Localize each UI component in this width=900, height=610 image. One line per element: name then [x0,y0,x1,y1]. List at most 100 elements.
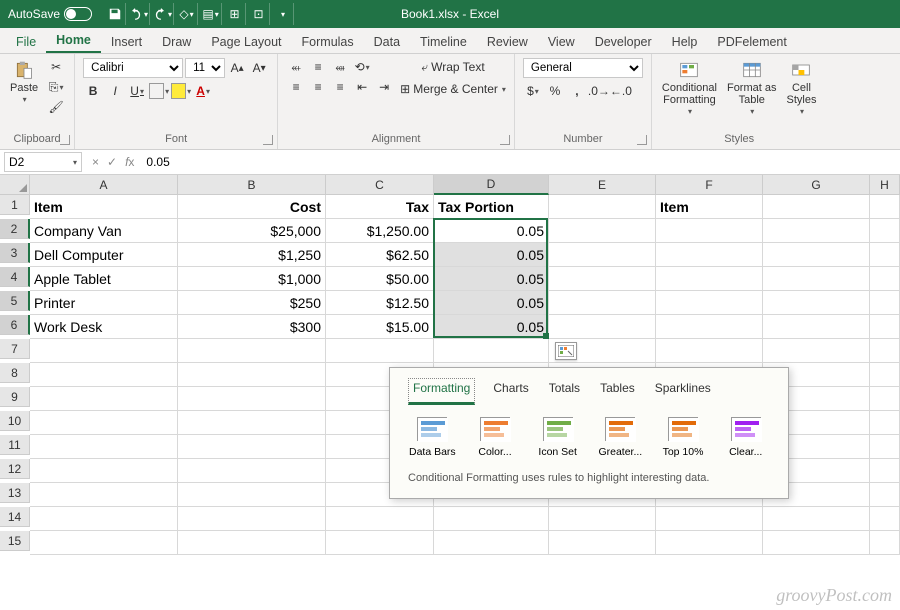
cell-A7[interactable] [30,339,178,363]
increase-indent-button[interactable]: ⇥ [374,78,394,96]
qa-item-greater[interactable]: Greater... [592,417,649,458]
cell-A6[interactable]: Work Desk [30,315,178,339]
row-header-8[interactable]: 8 [0,363,30,383]
cell-D6[interactable]: 0.05 [434,315,549,339]
copy-button[interactable]: ⎘▾ [46,78,66,96]
cell-H11[interactable] [870,435,900,459]
save-button[interactable] [104,3,126,25]
cell-E5[interactable] [549,291,656,315]
autosave-toggle[interactable]: AutoSave [0,7,100,21]
dialog-launcher-icon[interactable] [637,135,647,145]
increase-decimal-button[interactable]: .0→ [589,82,609,100]
row-header-5[interactable]: 5 [0,291,30,311]
format-painter-button[interactable]: 🖌 [46,98,66,116]
cell-H5[interactable] [870,291,900,315]
cell-A9[interactable] [30,387,178,411]
cell-F2[interactable] [656,219,763,243]
cell-C14[interactable] [326,507,434,531]
cell-H10[interactable] [870,411,900,435]
cell-G15[interactable] [763,531,870,555]
cell-C4[interactable]: $50.00 [326,267,434,291]
cell-E2[interactable] [549,219,656,243]
cell-C15[interactable] [326,531,434,555]
cut-button[interactable]: ✂ [46,58,66,76]
qat-button-3[interactable]: ⊞ [224,3,246,25]
cell-C5[interactable]: $12.50 [326,291,434,315]
tab-view[interactable]: View [538,31,585,53]
underline-button[interactable]: U▾ [127,82,147,100]
column-header-H[interactable]: H [870,175,900,195]
wrap-text-button[interactable]: ⤶ Wrap Text [400,58,506,76]
cell-D14[interactable] [434,507,549,531]
cell-H15[interactable] [870,531,900,555]
cell-B11[interactable] [178,435,326,459]
row-header-3[interactable]: 3 [0,243,30,263]
cell-G14[interactable] [763,507,870,531]
cell-D2[interactable]: 0.05 [434,219,549,243]
number-format-select[interactable]: General [523,58,643,78]
cell-E6[interactable] [549,315,656,339]
cancel-formula-icon[interactable]: × [92,155,99,169]
row-header-11[interactable]: 11 [0,435,30,455]
row-header-1[interactable]: 1 [0,195,30,215]
qa-item-top-10[interactable]: Top 10% [655,417,712,458]
tab-file[interactable]: File [6,31,46,53]
cell-D5[interactable]: 0.05 [434,291,549,315]
cell-A4[interactable]: Apple Tablet [30,267,178,291]
cell-D4[interactable]: 0.05 [434,267,549,291]
align-middle-button[interactable]: ≡ [308,58,328,76]
undo-button[interactable]: ▾ [128,3,150,25]
cell-H9[interactable] [870,387,900,411]
increase-font-button[interactable]: A▴ [227,59,247,77]
cell-A10[interactable] [30,411,178,435]
column-header-F[interactable]: F [656,175,763,195]
tab-developer[interactable]: Developer [585,31,662,53]
cell-G6[interactable] [763,315,870,339]
qa-tab-formatting[interactable]: Formatting [408,378,475,405]
tab-timeline[interactable]: Timeline [410,31,477,53]
align-right-button[interactable]: ≡ [330,78,350,96]
row-header-4[interactable]: 4 [0,267,30,287]
cell-B9[interactable] [178,387,326,411]
decrease-font-button[interactable]: A▾ [249,59,269,77]
qat-button-2[interactable]: ▤▾ [200,3,222,25]
currency-button[interactable]: $▾ [523,82,543,100]
cell-B15[interactable] [178,531,326,555]
cell-F5[interactable] [656,291,763,315]
tab-insert[interactable]: Insert [101,31,152,53]
cell-E3[interactable] [549,243,656,267]
font-family-select[interactable]: Calibri [83,58,183,78]
column-header-E[interactable]: E [549,175,656,195]
qa-tab-sparklines[interactable]: Sparklines [653,378,713,405]
cell-B3[interactable]: $1,250 [178,243,326,267]
cell-B10[interactable] [178,411,326,435]
row-header-14[interactable]: 14 [0,507,30,527]
decrease-indent-button[interactable]: ⇤ [352,78,372,96]
row-header-13[interactable]: 13 [0,483,30,503]
align-top-button[interactable]: ⬴ [286,58,306,76]
cell-A3[interactable]: Dell Computer [30,243,178,267]
cell-H7[interactable] [870,339,900,363]
cell-C1[interactable]: Tax [326,195,434,219]
align-center-button[interactable]: ≡ [308,78,328,96]
cell-G3[interactable] [763,243,870,267]
qa-tab-totals[interactable]: Totals [547,378,582,405]
paste-button[interactable]: Paste▾ [8,58,40,107]
quick-analysis-button[interactable] [555,342,577,360]
qa-item-data-bars[interactable]: Data Bars [404,417,461,458]
column-header-C[interactable]: C [326,175,434,195]
cell-B5[interactable]: $250 [178,291,326,315]
cell-B2[interactable]: $25,000 [178,219,326,243]
cell-F15[interactable] [656,531,763,555]
comma-button[interactable]: , [567,82,587,100]
tab-help[interactable]: Help [662,31,708,53]
qa-tab-tables[interactable]: Tables [598,378,637,405]
tab-review[interactable]: Review [477,31,538,53]
cell-A1[interactable]: Item [30,195,178,219]
cell-A2[interactable]: Company Van [30,219,178,243]
cell-B7[interactable] [178,339,326,363]
cell-H3[interactable] [870,243,900,267]
enter-formula-icon[interactable]: ✓ [107,155,117,169]
cell-H4[interactable] [870,267,900,291]
conditional-formatting-button[interactable]: Conditional Formatting▾ [660,58,719,119]
